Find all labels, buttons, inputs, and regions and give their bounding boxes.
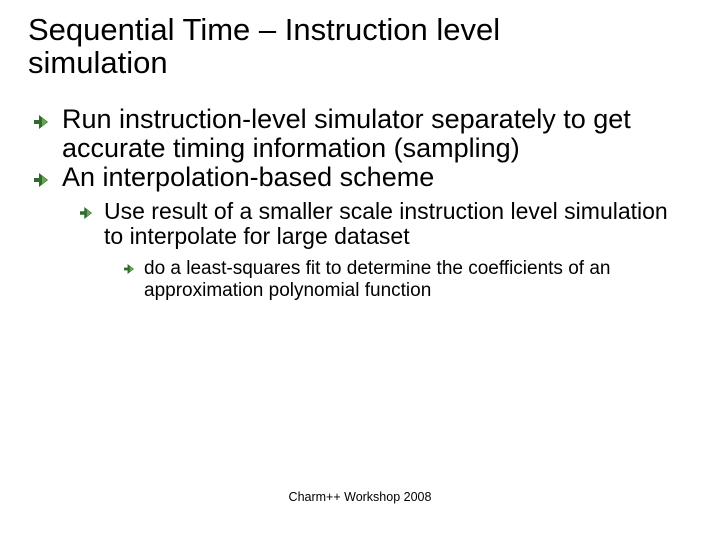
list-item: An interpolation-based scheme bbox=[34, 163, 692, 192]
slide-footer: Charm++ Workshop 2008 bbox=[0, 490, 720, 504]
list-item-text: Run instruction-level simulator separate… bbox=[62, 105, 692, 163]
arrow-bullet-icon bbox=[80, 207, 92, 251]
list-item-text: Use result of a smaller scale instructio… bbox=[104, 199, 692, 251]
slide: Sequential Time – Instruction level simu… bbox=[0, 0, 720, 540]
arrow-bullet-icon bbox=[124, 264, 134, 302]
list-item: Use result of a smaller scale instructio… bbox=[80, 199, 692, 251]
arrow-bullet-icon bbox=[34, 115, 48, 163]
slide-title-line2: simulation bbox=[28, 47, 692, 80]
arrow-bullet-icon bbox=[34, 173, 48, 192]
list-item: do a least-squares fit to determine the … bbox=[124, 258, 692, 302]
list-item: Run instruction-level simulator separate… bbox=[34, 105, 692, 163]
list-item-text: do a least-squares fit to determine the … bbox=[144, 258, 692, 302]
slide-title-line1: Sequential Time – Instruction level bbox=[28, 14, 692, 47]
list-item-text: An interpolation-based scheme bbox=[62, 163, 692, 192]
